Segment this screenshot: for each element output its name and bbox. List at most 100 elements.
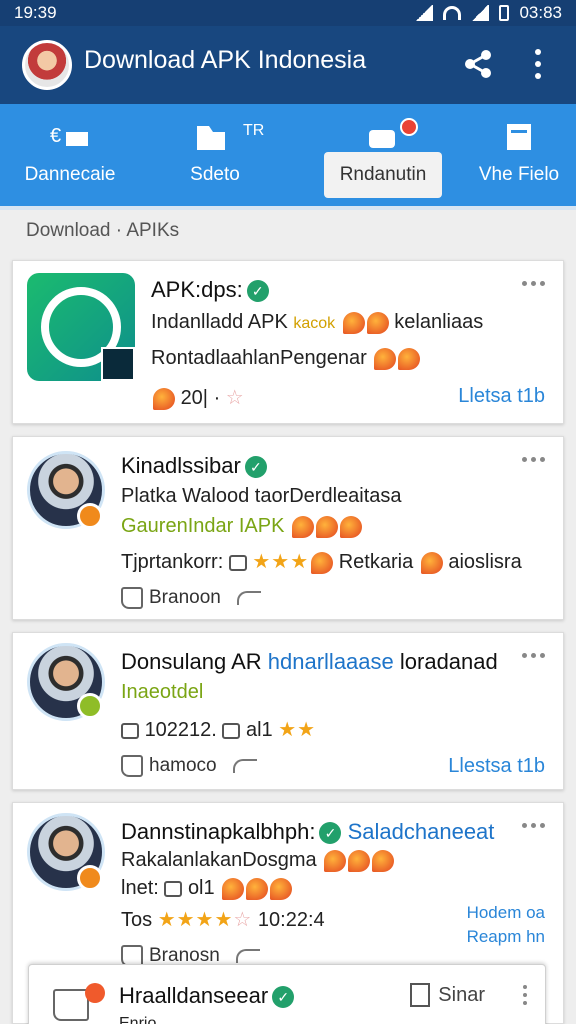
tab-label: Rndanutin [339,164,427,185]
card-line: RontadlaahlanPengenar [151,347,421,370]
bottom-sheet[interactable]: Hraalldanseear ✓ Enrio Sinar [28,964,546,1024]
star-icon: ☆ [225,387,245,409]
tab-badge-text: TR [243,122,265,139]
rating-stars: ★★★★☆ [157,909,253,931]
fire-icon [398,347,421,370]
tab-divider [0,206,576,210]
fire-icon [270,877,293,900]
fire-icon [246,877,269,900]
fire-icon [372,849,395,872]
card-line: RakalanlakanDosgma [121,849,395,872]
profile-avatar[interactable] [22,40,72,90]
signal-icon [415,5,434,21]
card-line: Platka Walood taorDerdleaitasa [121,485,402,507]
card-line-tag: kacok [293,315,336,332]
comment-icon [222,722,241,739]
chat-bubble-icon [369,130,395,148]
fire-icon [342,311,365,334]
badge-icon [77,503,103,529]
share-arrow-icon [235,949,260,963]
save-button[interactable]: Sinar [410,983,485,1007]
fire-icon [324,849,347,872]
more-options-icon[interactable] [522,281,545,286]
play-icon [101,347,135,381]
app-bar: Download APK Indonesia [0,26,576,104]
app-title: Download APK Indonesia [84,46,367,74]
fire-icon [340,515,362,538]
sheet-title: Hraalldanseear ✓ [119,983,295,1009]
verified-icon: ✓ [319,822,342,845]
tab-label: Dannecaie [24,164,116,185]
fire-icon [374,347,397,370]
like-row[interactable]: hamoco [121,755,257,777]
folder-icon [197,126,225,150]
card-meta: Tos ★★★★☆ 10:22:4 [121,909,325,931]
battery-icon [499,5,510,21]
badge-icon [77,865,103,891]
fire-icon [420,551,443,574]
shopping-basket-icon: € [50,125,88,147]
apk-card[interactable]: APK:dps: ✓ Indanlladd APK kacok kelanliaa… [12,260,564,424]
post-card[interactable]: Kinadlssibar ✓ Platka Walood taorDerdleai… [12,436,564,620]
card-title: Kinadlssibar ✓ [121,453,267,479]
notification-dot [400,118,418,136]
tab-dannecaie[interactable]: € Dannecaie [10,104,130,206]
card-title: Dannstinapkalbhph: ✓ Saladchaneeat [121,819,495,845]
badge-icon [77,693,103,719]
rating-stars: ★★ [278,719,317,741]
fire-icon [311,551,334,574]
card-link[interactable]: Llestsa t1b [448,755,545,778]
notification-dot [85,983,105,1003]
tab-label: Vhe Fielo [478,164,560,185]
verified-icon: ✓ [244,456,267,479]
more-options-icon[interactable] [523,985,527,1005]
thumbs-up-icon [121,587,143,609]
fire-icon [366,311,389,334]
thumbs-up-icon [53,989,89,1021]
like-row[interactable]: Branoon [121,587,261,609]
app-logo [27,273,135,381]
comment-icon [164,880,183,897]
post-card[interactable]: Donsulang AR hdnarllaaase loradanad Inae… [12,632,564,790]
status-time: 19:39 [14,3,57,22]
status-icons: 03:83 [415,3,562,23]
thumbs-up-icon [121,755,143,777]
more-options-icon[interactable] [522,653,545,658]
rating-stars: ★★★ [252,551,310,573]
share-icon[interactable] [462,48,494,80]
sheet-subtitle: Enrio [119,1015,157,1024]
card-meta: 102212. al1 ★★ [121,717,316,742]
comment-icon [121,722,139,739]
fire-icon [153,387,175,410]
breadcrumb: Download · APIKs [26,220,180,241]
card-title: Donsulang AR hdnarllaaase loradanad [121,649,498,674]
tab-vhe-fielo[interactable]: Vhe Fielo [462,104,576,206]
fire-icon [348,849,371,872]
share-arrow-icon [236,591,261,605]
card-meta: 20| · ☆ [151,385,245,410]
category-tabs: € Dannecaie TR Sdeto Rndanutin Vhe Fielo [0,104,576,206]
tab-sdeto[interactable]: TR Sdeto [155,104,275,206]
card-line: lnet: ol1 [121,877,293,900]
fire-icon [222,877,245,900]
wifi-icon [443,6,462,20]
tab-rndanutin[interactable]: Rndanutin [324,104,442,206]
card-link[interactable]: Hodem oa [467,903,545,923]
document-icon [507,124,531,150]
card-line: Inaeotdel [121,681,204,703]
more-options-icon[interactable] [522,823,545,828]
card-link[interactable]: Lletsa t1b [458,385,545,408]
overflow-menu-icon[interactable] [528,46,548,82]
verified-icon: ✓ [272,986,295,1009]
more-options-icon[interactable] [522,457,545,462]
comment-icon [228,554,247,571]
card-link[interactable]: Reapm hn [467,927,545,947]
tab-label: Sdeto [190,164,240,185]
signal-icon-2 [471,5,490,21]
card-line: GaurenIndar IAPK [121,515,362,538]
card-line-tail: kelanliaas [394,311,484,333]
fire-icon [292,515,314,538]
card-line: Indanlladd APK kacok kelanliaas [151,311,484,334]
svg-text:€: € [50,125,61,147]
status-clock: 03:83 [519,3,562,22]
